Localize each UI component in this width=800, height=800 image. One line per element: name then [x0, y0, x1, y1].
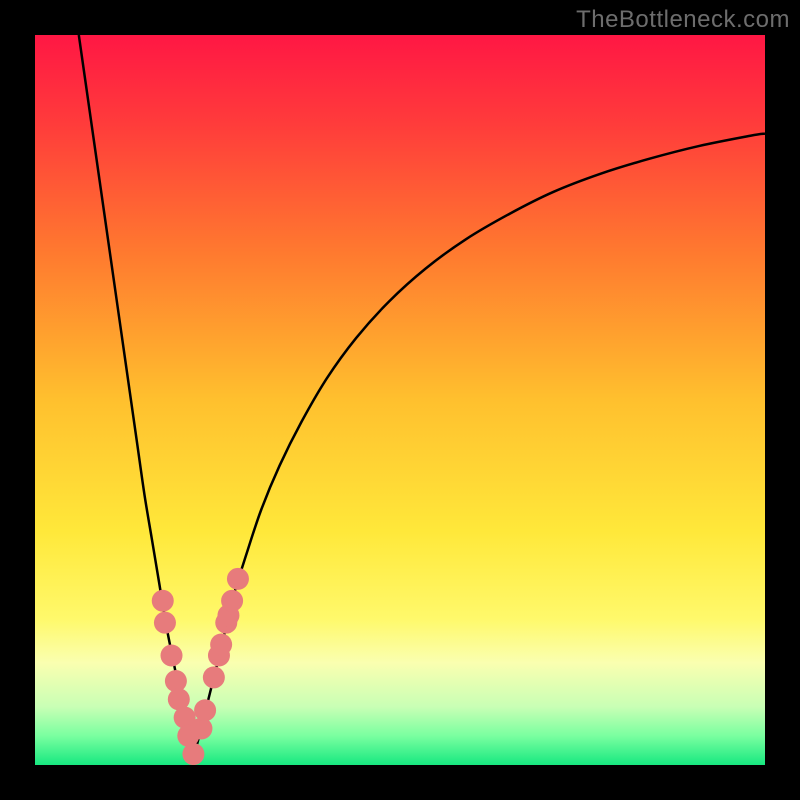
highlight-point — [210, 634, 232, 656]
highlight-point — [203, 666, 225, 688]
background-gradient — [35, 35, 765, 765]
highlight-point — [182, 743, 204, 765]
chart-svg — [35, 35, 765, 765]
highlight-point — [152, 590, 174, 612]
highlight-point — [227, 568, 249, 590]
chart-frame: TheBottleneck.com — [0, 0, 800, 800]
chart-plot-area — [35, 35, 765, 765]
highlight-point — [221, 590, 243, 612]
highlight-point — [194, 699, 216, 721]
highlight-point — [190, 718, 212, 740]
highlight-point — [161, 645, 183, 667]
watermark-text: TheBottleneck.com — [576, 6, 790, 34]
highlight-point — [154, 612, 176, 634]
